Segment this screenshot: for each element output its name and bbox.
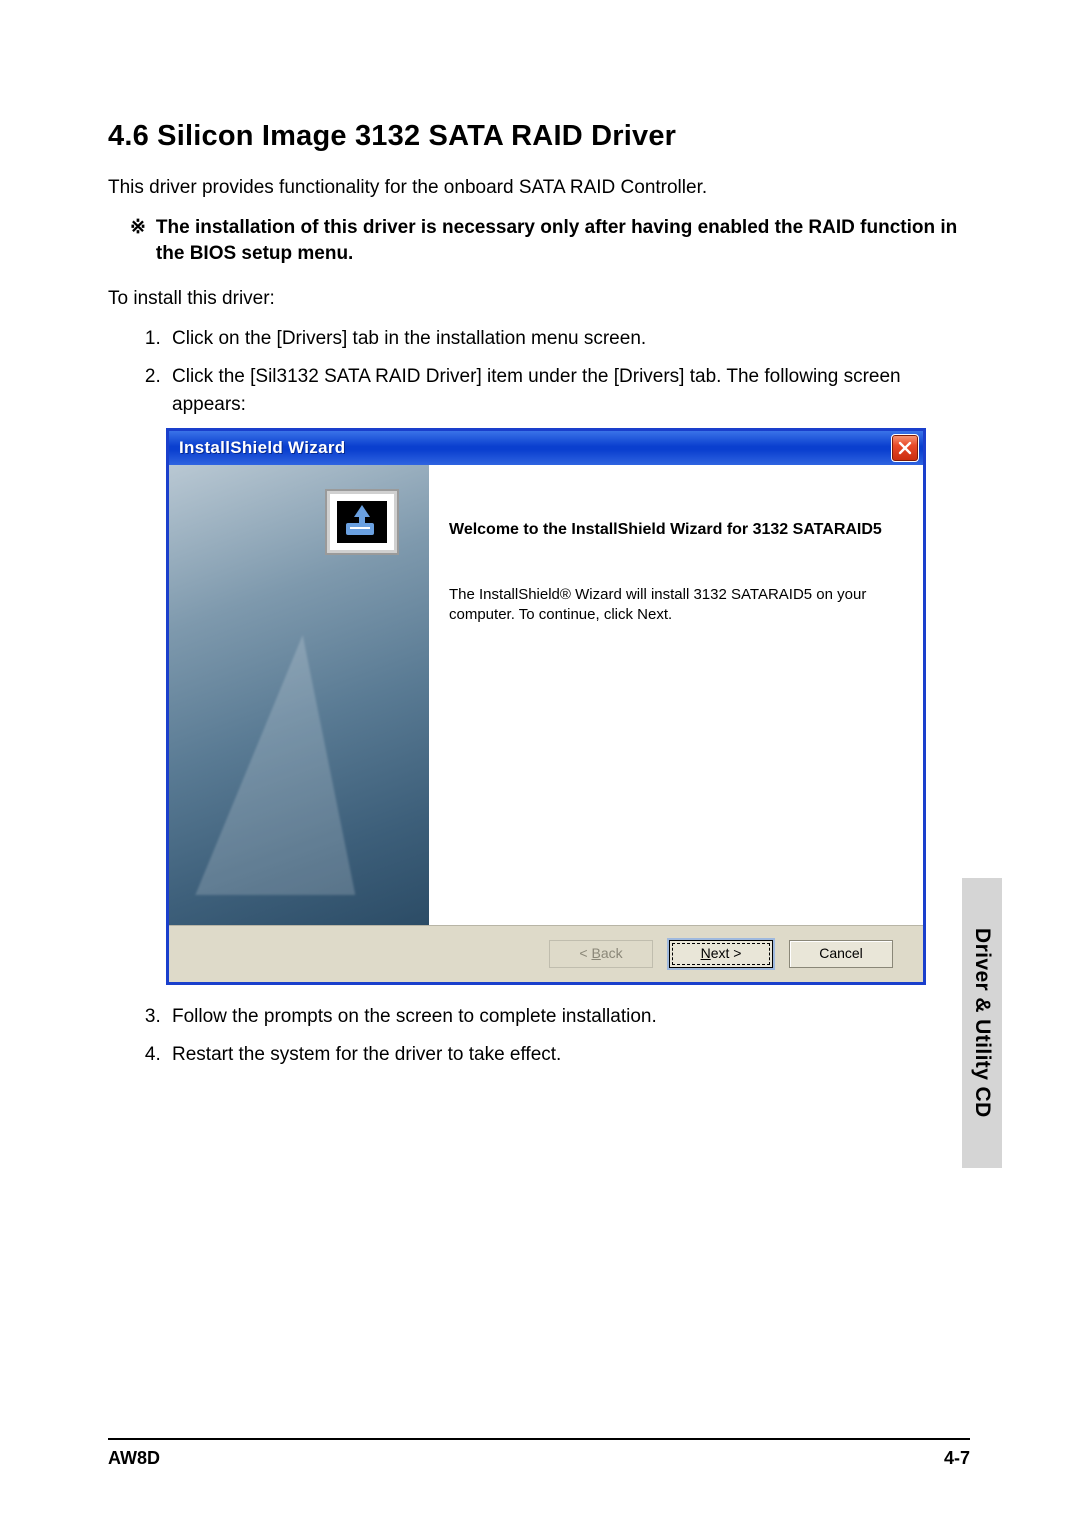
next-button[interactable]: Next > bbox=[669, 940, 773, 968]
steps-preamble: To install this driver: bbox=[108, 286, 970, 312]
document-page: 4.6 Silicon Image 3132 SATA RAID Driver … bbox=[0, 0, 1080, 1529]
footer-right: 4-7 bbox=[944, 1448, 970, 1469]
side-tab: Driver & Utility CD bbox=[962, 878, 1002, 1168]
page-footer: AW8D 4-7 bbox=[108, 1438, 970, 1469]
note-block: ※ The installation of this driver is nec… bbox=[108, 215, 970, 268]
step-item: Restart the system for the driver to tak… bbox=[166, 1041, 970, 1069]
window-title: InstallShield Wizard bbox=[179, 438, 345, 458]
wizard-right-panel: Welcome to the InstallShield Wizard for … bbox=[429, 465, 923, 925]
step-item: Follow the prompts on the screen to comp… bbox=[166, 1003, 970, 1031]
back-suffix: ack bbox=[601, 945, 623, 961]
cancel-label: Cancel bbox=[819, 945, 863, 961]
wizard-figure: InstallShield Wizard bbox=[166, 428, 970, 985]
decorative-sail bbox=[195, 635, 382, 895]
close-icon bbox=[898, 441, 912, 455]
steps-list: Click on the [Drivers] tab in the instal… bbox=[108, 325, 970, 418]
close-button[interactable] bbox=[891, 434, 919, 462]
section-heading: 4.6 Silicon Image 3132 SATA RAID Driver bbox=[108, 120, 970, 153]
titlebar: InstallShield Wizard bbox=[169, 431, 923, 465]
side-tab-label: Driver & Utility CD bbox=[970, 928, 994, 1118]
back-button: < Back bbox=[549, 940, 653, 968]
back-underline: B bbox=[591, 945, 600, 961]
wizard-footer: < Back Next > Cancel bbox=[169, 925, 923, 982]
next-underline: N bbox=[701, 945, 711, 961]
footer-left: AW8D bbox=[108, 1448, 160, 1469]
cancel-button[interactable]: Cancel bbox=[789, 940, 893, 968]
install-icon bbox=[337, 501, 387, 543]
next-suffix: ext > bbox=[711, 945, 742, 961]
step-item: Click the [Sil3132 SATA RAID Driver] ite… bbox=[166, 363, 970, 418]
intro-paragraph: This driver provides functionality for t… bbox=[108, 175, 970, 201]
note-text: The installation of this driver is neces… bbox=[156, 215, 970, 268]
step-item: Click on the [Drivers] tab in the instal… bbox=[166, 325, 970, 353]
welcome-description: The InstallShield® Wizard will install 3… bbox=[449, 585, 891, 626]
wizard-logo-frame bbox=[325, 489, 399, 555]
wizard-body: Welcome to the InstallShield Wizard for … bbox=[169, 465, 923, 925]
steps-list-cont: Follow the prompts on the screen to comp… bbox=[108, 1003, 970, 1068]
note-symbol: ※ bbox=[130, 215, 146, 268]
wizard-left-panel bbox=[169, 465, 429, 925]
wizard-window: InstallShield Wizard bbox=[166, 428, 926, 985]
welcome-heading: Welcome to the InstallShield Wizard for … bbox=[449, 519, 891, 541]
back-prefix: < bbox=[579, 945, 591, 961]
